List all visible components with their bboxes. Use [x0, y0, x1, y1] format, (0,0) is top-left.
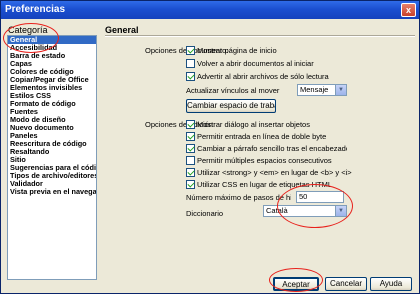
- help-button[interactable]: Ayuda: [370, 277, 412, 291]
- show-start-page-label: Mostrar página de inicio: [197, 46, 277, 55]
- close-button[interactable]: x: [401, 3, 416, 17]
- use-css-checkbox[interactable]: [186, 180, 195, 189]
- annotation-circle-dictionary: [277, 184, 353, 228]
- dictionary-label: Diccionario: [186, 209, 224, 218]
- title-bar: Preferencias x: [1, 1, 419, 19]
- reopen-documents-checkbox[interactable]: [186, 59, 195, 68]
- switch-paragraph-label: Cambiar a párrafo sencillo tras el encab…: [197, 144, 347, 153]
- annotation-circle-category: [3, 23, 59, 53]
- panel-title: General: [105, 25, 139, 35]
- warn-readonly-label: Advertir al abrir archivos de sólo lectu…: [197, 72, 329, 81]
- double-byte-label: Permitir entrada en línea de doble byte: [197, 132, 327, 141]
- reopen-documents-label: Volver a abrir documentos al iniciar: [197, 59, 314, 68]
- strong-em-checkbox[interactable]: [186, 168, 195, 177]
- warn-readonly-checkbox[interactable]: [186, 72, 195, 81]
- update-links-value: Mensaje: [300, 85, 329, 94]
- cancel-button[interactable]: Cancelar: [325, 277, 367, 291]
- annotation-circle-accept: [269, 268, 323, 292]
- category-item[interactable]: Vista previa en el navegac: [8, 188, 96, 196]
- preferences-window: Preferencias x Categoría General Accesibi…: [0, 0, 420, 294]
- update-links-label: Actualizar vínculos al mover: [186, 86, 280, 95]
- category-list[interactable]: General Accesibilidad Barra de estado Capas…: [7, 35, 97, 280]
- show-insert-dialog-checkbox[interactable]: [186, 120, 195, 129]
- strong-em-label: Utilizar <strong> y <em> en lugar de <b>…: [197, 168, 352, 177]
- multiple-spaces-label: Permitir múltiples espacios consecutivos: [197, 156, 332, 165]
- chevron-down-icon[interactable]: ▼: [335, 85, 346, 95]
- show-start-page-checkbox[interactable]: [186, 46, 195, 55]
- show-insert-dialog-label: Mostrar diálogo al insertar objetos: [197, 120, 310, 129]
- multiple-spaces-checkbox[interactable]: [186, 156, 195, 165]
- divider: [105, 35, 415, 37]
- change-workspace-button[interactable]: Cambiar espacio de trabajo...: [186, 99, 276, 113]
- history-steps-label: Número máximo de pasos de historial:: [186, 193, 291, 202]
- switch-paragraph-checkbox[interactable]: [186, 144, 195, 153]
- window-title: Preferencias: [5, 4, 66, 15]
- update-links-select[interactable]: Mensaje ▼: [297, 84, 347, 96]
- double-byte-checkbox[interactable]: [186, 132, 195, 141]
